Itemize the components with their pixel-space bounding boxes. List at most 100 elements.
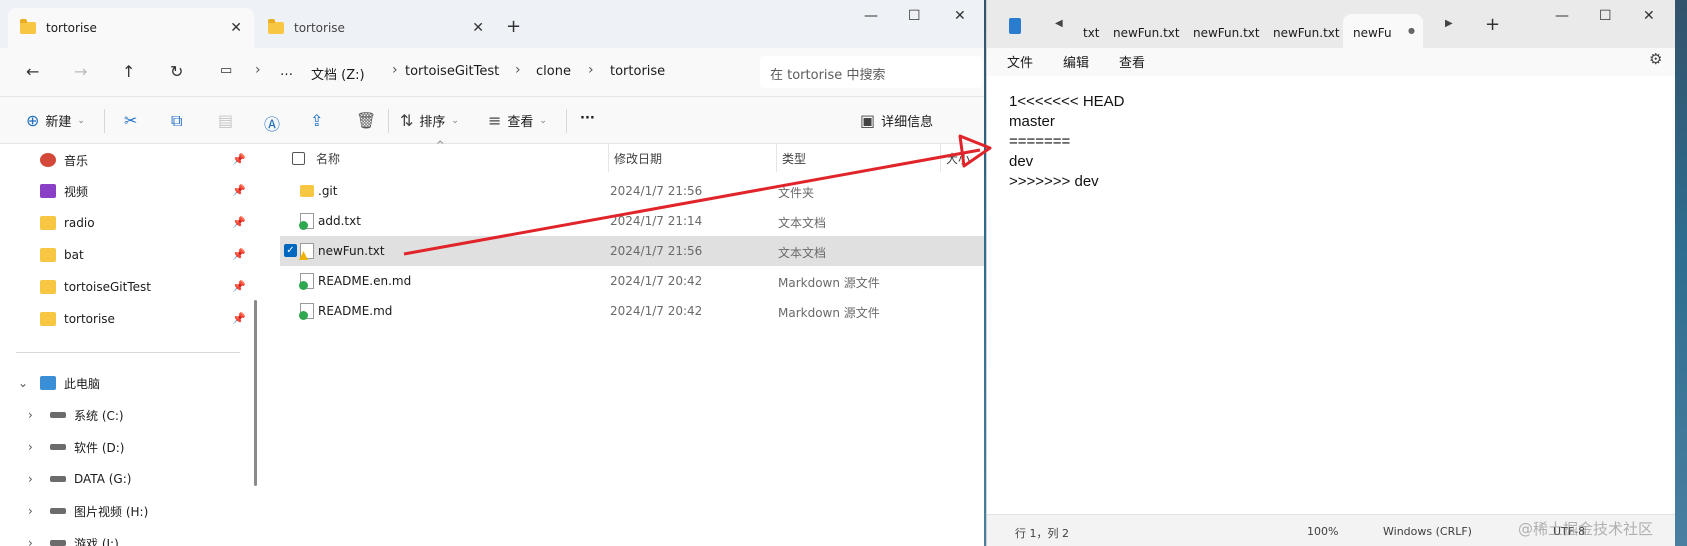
paste-button[interactable]: ▤	[218, 111, 233, 130]
details-button[interactable]: ▣ 详细信息	[860, 111, 933, 130]
up-button[interactable]: ↑	[122, 62, 135, 81]
new-label: 新建	[45, 115, 72, 130]
breadcrumb-item[interactable]: tortorise	[610, 64, 665, 79]
chevron-right-icon[interactable]: ›	[28, 536, 33, 546]
sidebar-item-drive-c[interactable]: 系统 (C:)	[50, 404, 124, 426]
chevron-right-icon[interactable]: ›	[28, 440, 33, 454]
view-list-icon: ≡	[488, 111, 502, 130]
column-header-name[interactable]: 名称	[316, 150, 340, 167]
new-button[interactable]: ⊕ 新建 ⌄	[26, 111, 85, 130]
toolbar-divider	[388, 109, 389, 133]
breadcrumb-item[interactable]: 文档 (Z:)	[311, 64, 365, 83]
notepad-tab[interactable]: newFun.txt	[1183, 14, 1270, 48]
new-tab-button[interactable]: +	[1485, 14, 1500, 35]
menu-file[interactable]: 文件	[1007, 52, 1033, 71]
column-header-size[interactable]: 大小	[946, 150, 970, 167]
explorer-tab-2[interactable]: tortorise ✕	[256, 8, 496, 48]
minimize-button[interactable]: —	[1555, 8, 1569, 24]
scroll-tabs-right-icon[interactable]: ▶	[1445, 18, 1453, 29]
file-name: add.txt	[318, 214, 361, 228]
pc-icon[interactable]: ▭	[220, 63, 232, 78]
chevron-right-icon[interactable]: ›	[28, 472, 33, 486]
column-header-type[interactable]: 类型	[782, 150, 806, 167]
tab-close-icon[interactable]: ✕	[230, 20, 242, 36]
menu-edit[interactable]: 编辑	[1063, 52, 1089, 71]
notepad-tab-active[interactable]: newFu ●	[1343, 14, 1423, 48]
copy-button[interactable]: ⧉	[171, 111, 182, 131]
forward-button[interactable]: →	[74, 62, 87, 81]
view-button[interactable]: ≡ 查看 ⌄	[488, 111, 547, 130]
breadcrumb-item[interactable]: clone	[536, 64, 571, 79]
close-button[interactable]: ✕	[954, 8, 966, 24]
column-header-date[interactable]: 修改日期	[614, 150, 662, 167]
delete-button[interactable]: 🗑	[356, 111, 376, 130]
refresh-button[interactable]: ↻	[170, 62, 183, 81]
column-divider[interactable]	[940, 144, 941, 172]
row-checkbox[interactable]: ✓	[284, 244, 297, 257]
sidebar-item-tortoisegittest[interactable]: tortoiseGitTest	[40, 276, 151, 298]
git-ok-icon	[299, 303, 314, 320]
sidebar-item-label: 系统 (C:)	[74, 408, 124, 423]
scroll-tabs-left-icon[interactable]: ◀	[1055, 18, 1063, 29]
scissors-icon: ✂	[124, 111, 138, 130]
sidebar-item-bat[interactable]: bat	[40, 244, 84, 266]
settings-gear-icon[interactable]: ⚙	[1649, 50, 1662, 68]
close-button[interactable]: ✕	[1643, 8, 1655, 24]
notepad-tab[interactable]: newFun.txt	[1263, 14, 1350, 48]
pin-icon: 📌	[232, 312, 246, 325]
line-ending: Windows (CRLF)	[1383, 525, 1472, 538]
maximize-button[interactable]: ☐	[1599, 8, 1612, 24]
more-options-button[interactable]: ···	[580, 111, 595, 126]
chevron-right-icon[interactable]: ›	[28, 408, 33, 422]
text-editor-area[interactable]: 1<<<<<<< HEAD master ======= dev >>>>>>>…	[987, 76, 1675, 514]
notepad-menubar: 文件 编辑 查看 ⚙	[987, 48, 1675, 76]
explorer-tab-1[interactable]: tortorise ✕	[8, 8, 254, 48]
search-input[interactable]: 在 tortorise 中搜索	[760, 56, 982, 88]
breadcrumb-item[interactable]: tortoiseGitTest	[405, 64, 499, 79]
file-row-readme-md[interactable]: README.md 2024/1/7 20:42 Markdown 源文件	[280, 296, 984, 326]
rename-button[interactable]: Ⓐ	[264, 111, 280, 135]
new-tab-button[interactable]: +	[506, 16, 521, 37]
minimize-button[interactable]: —	[864, 8, 878, 24]
file-row-add-txt[interactable]: add.txt 2024/1/7 21:14 文本文档	[280, 206, 984, 236]
sidebar-item-videos[interactable]: 视频	[40, 180, 88, 202]
file-date: 2024/1/7 20:42	[610, 304, 703, 318]
file-row-newfun-txt[interactable]: ✓ newFun.txt 2024/1/7 21:56 文本文档	[280, 236, 984, 266]
file-row-git[interactable]: .git 2024/1/7 21:56 文件夹	[280, 176, 984, 206]
sidebar-scrollbar[interactable]	[254, 300, 257, 486]
chevron-right-icon: ›	[588, 62, 594, 78]
sidebar-item-this-pc[interactable]: 此电脑	[40, 372, 100, 394]
chevron-right-icon[interactable]: ›	[28, 504, 33, 518]
share-button[interactable]: ⇪	[310, 111, 323, 130]
maximize-button[interactable]: ☐	[908, 8, 921, 24]
sort-button[interactable]: ⇅ 排序 ⌄	[400, 111, 459, 130]
tab-close-icon[interactable]: ✕	[472, 20, 484, 36]
sidebar-item-drive-g[interactable]: DATA (G:)	[50, 468, 131, 490]
file-explorer-window: tortorise ✕ tortorise ✕ + — ☐ ✕ ← → ↑ ↻ …	[0, 0, 984, 546]
file-name: README.md	[318, 304, 393, 318]
breadcrumb-overflow[interactable]: …	[280, 64, 293, 79]
select-all-checkbox[interactable]	[292, 152, 305, 165]
menu-view[interactable]: 查看	[1119, 52, 1145, 71]
folder-icon	[40, 280, 56, 294]
sidebar-item-music[interactable]: 音乐	[40, 149, 88, 171]
notepad-tab-label: newFu	[1353, 26, 1392, 40]
editor-line: >>>>>>> dev	[1009, 173, 1099, 190]
sidebar-item-drive-h[interactable]: 图片视频 (H:)	[50, 500, 148, 522]
editor-line: dev	[1009, 153, 1034, 170]
notepad-tab[interactable]: newFun.txt	[1103, 14, 1190, 48]
cut-button[interactable]: ✂	[124, 111, 137, 130]
chevron-down-icon[interactable]: ⌄	[18, 376, 28, 390]
file-row-readme-en-md[interactable]: README.en.md 2024/1/7 20:42 Markdown 源文件	[280, 266, 984, 296]
folder-icon	[40, 248, 56, 262]
column-divider[interactable]	[776, 144, 777, 172]
sidebar-item-drive-i[interactable]: 游戏 (I:)	[50, 532, 119, 546]
back-button[interactable]: ←	[26, 62, 39, 81]
sidebar-item-radio[interactable]: radio	[40, 212, 95, 234]
sidebar-item-tortorise[interactable]: tortorise	[40, 308, 115, 330]
pin-icon: 📌	[232, 280, 246, 293]
file-type: Markdown 源文件	[778, 306, 880, 320]
column-divider[interactable]	[608, 144, 609, 172]
sidebar-item-drive-d[interactable]: 软件 (D:)	[50, 436, 124, 458]
file-list-pane: 名称 ^ 修改日期 类型 大小 .git 2024/1/7 21:56 文件夹 …	[264, 140, 984, 546]
